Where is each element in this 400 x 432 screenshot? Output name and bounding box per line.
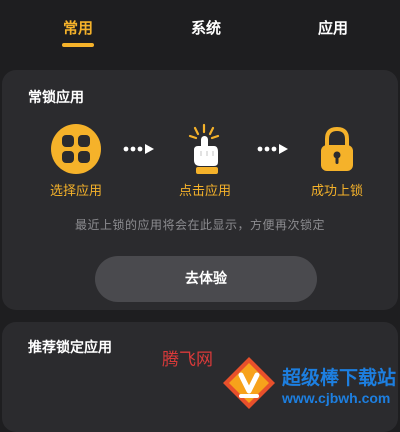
watermark-text: 腾飞网 <box>162 350 213 370</box>
step-select-app: 选择应用 <box>31 122 121 199</box>
tab-system[interactable]: 系统 <box>166 17 246 39</box>
step-lock-success: 成功上锁 <box>292 122 382 199</box>
step-label: 成功上锁 <box>310 184 363 199</box>
card-title: 常锁应用 <box>28 90 84 106</box>
active-tab-indicator <box>62 43 94 47</box>
tab-apps[interactable]: 应用 <box>293 17 373 39</box>
card-title: 推荐锁定应用 <box>28 340 112 356</box>
recent-lock-hint: 最近上锁的应用将会在此显示，方便再次锁定 <box>74 218 325 232</box>
watermark-brand: 超级棒下载站 <box>282 367 397 389</box>
watermark-logo-icon <box>223 357 275 409</box>
arrow-right-icon <box>123 144 154 154</box>
arrow-right-icon <box>257 144 288 154</box>
app-grid-icon <box>49 122 103 176</box>
top-tab-bar: 常用 系统 应用 <box>0 0 400 62</box>
step-tap-app: 点击应用 <box>160 122 250 199</box>
watermark-url: www.cjbwh.com <box>282 390 391 406</box>
frequent-lock-card: 常锁应用 选择应用 点击应用 成功上锁 最近上锁的应用将会在此显示，方便再次锁定… <box>2 70 398 310</box>
tap-hand-icon <box>178 122 232 176</box>
padlock-icon <box>310 122 364 176</box>
step-label: 选择应用 <box>49 184 102 199</box>
try-it-button[interactable]: 去体验 <box>95 256 317 302</box>
tab-common[interactable]: 常用 <box>38 17 118 39</box>
step-label: 点击应用 <box>178 184 231 199</box>
